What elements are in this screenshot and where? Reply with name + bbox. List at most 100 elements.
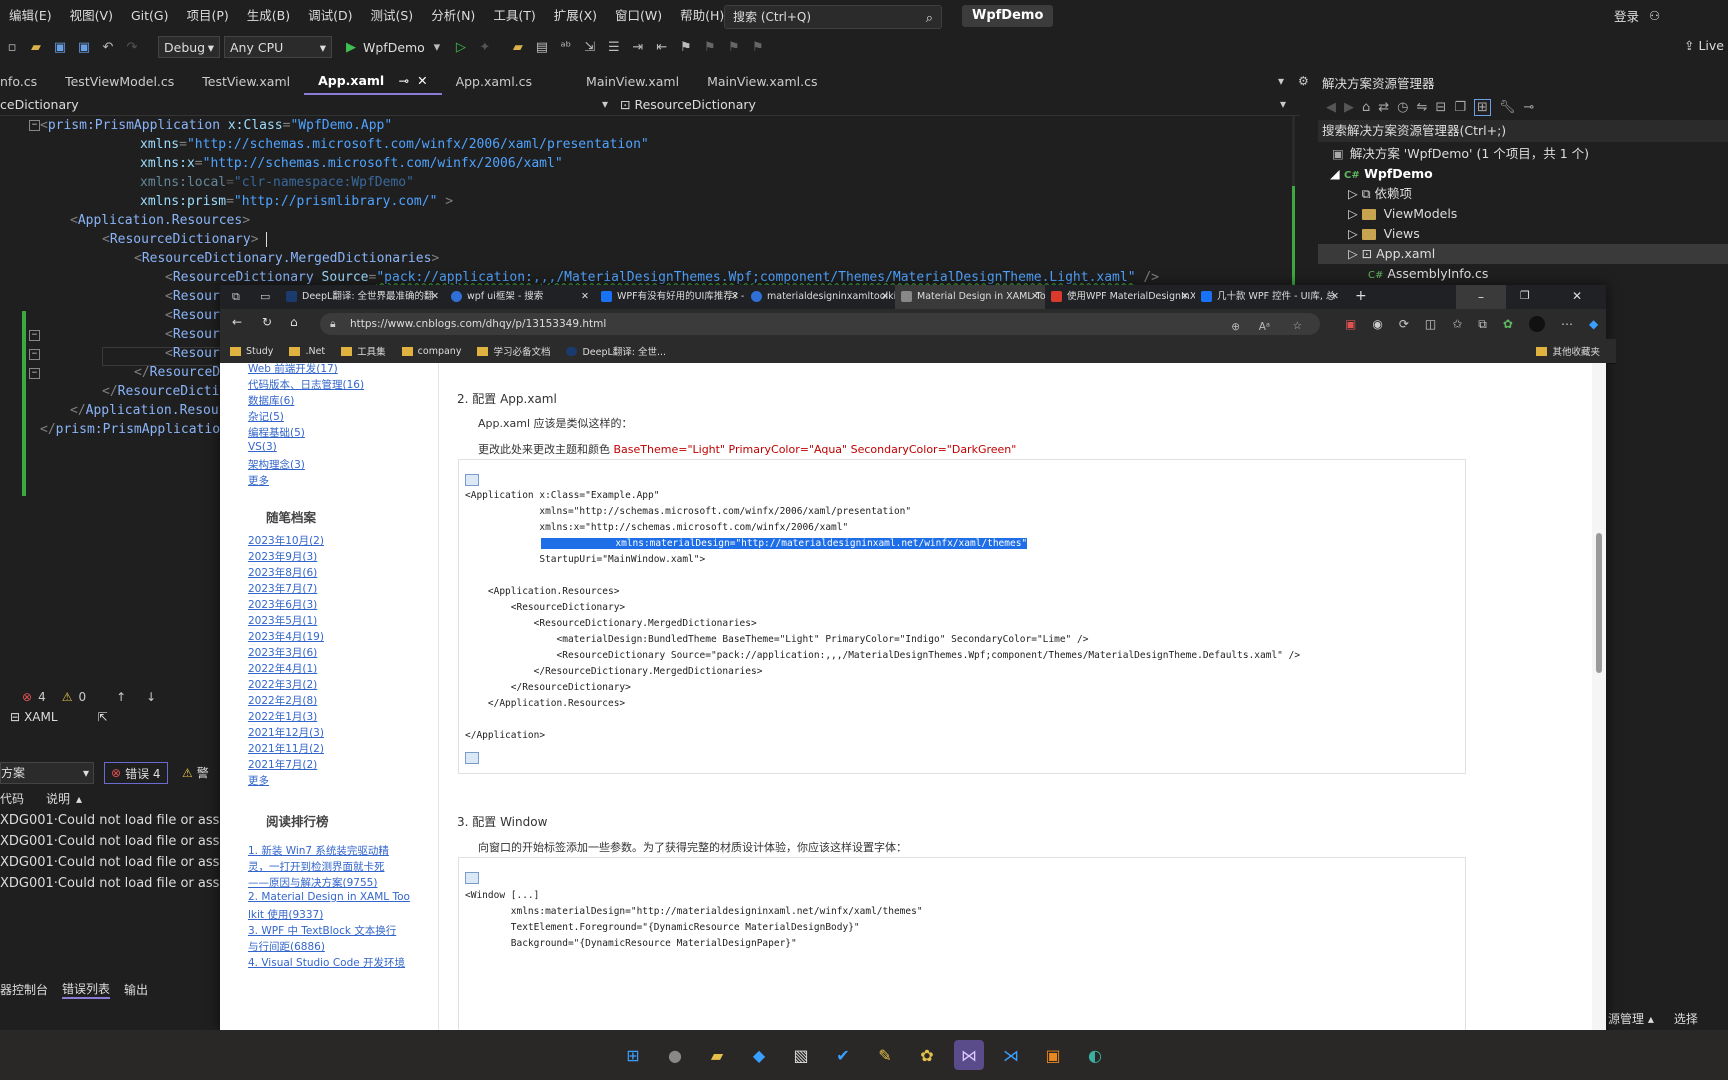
- app-icon[interactable]: ▣: [1038, 1040, 1068, 1070]
- file-explorer-icon[interactable]: ▰: [702, 1040, 732, 1070]
- tab-console[interactable]: 器控制台: [0, 981, 48, 998]
- errors-filter-button[interactable]: ⊗ 错误 4: [104, 762, 168, 784]
- layout-icon[interactable]: ▤: [533, 38, 551, 56]
- outdent-icon[interactable]: ⇤: [653, 38, 671, 56]
- down-arrow-icon[interactable]: ↓: [146, 690, 156, 704]
- visual-studio-icon[interactable]: ⋈: [954, 1040, 984, 1070]
- browser-tab[interactable]: DeepL翻译: 全世界最准确的翻 ✕: [280, 285, 445, 309]
- chevron-down-icon[interactable]: ▾: [428, 38, 446, 56]
- ranking-link[interactable]: 灵，一打开到检测界面就卡死: [248, 859, 385, 874]
- more-icon[interactable]: ⋯: [1561, 317, 1573, 331]
- hot-reload-icon[interactable]: ✦: [476, 38, 494, 56]
- archive-link[interactable]: 2021年12月(3): [248, 725, 324, 740]
- copy-code-icon[interactable]: [465, 752, 479, 764]
- back-icon[interactable]: ←: [232, 315, 242, 329]
- save-icon[interactable]: ▣: [51, 38, 69, 56]
- favorite-star-icon[interactable]: ☆: [1293, 315, 1302, 337]
- close-icon[interactable]: ✕: [1181, 285, 1189, 309]
- close-icon[interactable]: ✕: [1031, 285, 1039, 309]
- archive-link[interactable]: 2023年4月(19): [248, 629, 324, 644]
- select-status[interactable]: 选择: [1674, 1010, 1698, 1027]
- preview-icon[interactable]: ⊸: [1523, 100, 1534, 115]
- table-row[interactable]: XDG001·Could not load file or assemb: [0, 873, 220, 894]
- table-row[interactable]: XDG001·Could not load file or assemb: [0, 810, 220, 831]
- close-icon[interactable]: ✕: [1331, 285, 1339, 309]
- tree-item-assemblyinfo[interactable]: C# AssemblyInfo.cs: [1368, 264, 1488, 284]
- archive-link[interactable]: 2021年7月(2): [248, 757, 317, 772]
- archive-link[interactable]: 2023年9月(3): [248, 549, 317, 564]
- workspace-icon[interactable]: ⧉: [232, 290, 240, 304]
- menu-analyze[interactable]: 分析(N): [422, 0, 484, 32]
- archive-link[interactable]: 2023年3月(6): [248, 645, 317, 660]
- close-icon[interactable]: ✕: [417, 73, 427, 88]
- extension-icon[interactable]: ▣: [1345, 317, 1356, 331]
- show-all-icon[interactable]: ⊞: [1473, 98, 1491, 116]
- ranking-link[interactable]: 1. 新装 Win7 系统装完驱动精: [248, 843, 389, 858]
- avatar[interactable]: [1528, 316, 1545, 332]
- other-bookmarks[interactable]: 其他收藏夹: [1536, 344, 1600, 358]
- category-link[interactable]: 杂记(5): [248, 409, 284, 424]
- bookmark-folder[interactable]: .Net: [289, 346, 325, 357]
- popout-icon[interactable]: ⇱: [98, 710, 108, 724]
- tab-list-icon[interactable]: ▾: [1278, 74, 1284, 88]
- menu-window[interactable]: 窗口(W): [606, 0, 671, 32]
- close-icon[interactable]: ✕: [881, 285, 889, 309]
- browser-tab-active[interactable]: Material Design in XAML Tool ✕: [895, 285, 1045, 309]
- nav-scope-right[interactable]: ⊡ ResourceDictionary: [620, 97, 756, 112]
- category-link[interactable]: 代码版本、日志管理(16): [248, 377, 364, 392]
- archive-link[interactable]: 2022年2月(8): [248, 693, 317, 708]
- home-icon[interactable]: ⌂: [290, 315, 298, 329]
- bookmark-icon[interactable]: ⚑: [677, 38, 695, 56]
- menu-project[interactable]: 项目(P): [177, 0, 237, 32]
- scrollbar-thumb[interactable]: [1596, 533, 1602, 673]
- zoom-icon[interactable]: ⊕: [1231, 316, 1240, 338]
- tab-actions-icon[interactable]: ▭: [260, 290, 270, 303]
- archive-link[interactable]: 2022年1月(3): [248, 709, 317, 724]
- bookmark-link[interactable]: DeepL翻译: 全世...: [566, 344, 666, 358]
- login-link[interactable]: 登录: [1614, 6, 1639, 25]
- copy-code-icon[interactable]: [465, 474, 479, 486]
- ranking-link[interactable]: 与行间距(6886): [248, 939, 325, 954]
- error-icon[interactable]: ⊗: [22, 690, 32, 704]
- menu-edit[interactable]: 编辑(E): [0, 0, 61, 32]
- photos-icon[interactable]: ▧: [786, 1040, 816, 1070]
- read-aloud-icon[interactable]: Aᵃ: [1259, 316, 1270, 338]
- extension-icon[interactable]: ◉: [1372, 317, 1382, 331]
- archive-link[interactable]: 2022年3月(2): [248, 677, 317, 692]
- configuration-select[interactable]: Debug ▾: [158, 36, 220, 58]
- error-scope-select[interactable]: 方案 ▾: [0, 762, 94, 784]
- collapse-icon[interactable]: −: [29, 330, 40, 341]
- source-control-status[interactable]: 源管理 ▴: [1608, 1010, 1654, 1027]
- bookmark-prev-icon[interactable]: ⚑: [701, 38, 719, 56]
- spellcheck-icon[interactable]: ᵃᵇ: [557, 38, 575, 56]
- app-icon[interactable]: ✿: [912, 1040, 942, 1070]
- play-icon[interactable]: ▶: [342, 38, 360, 56]
- menu-build[interactable]: 生成(B): [238, 0, 299, 32]
- extension-icon[interactable]: ⟳: [1399, 317, 1409, 331]
- switch-view-icon[interactable]: ⇄: [1378, 100, 1389, 115]
- ranking-link[interactable]: 3. WPF 中 TextBlock 文本换行: [248, 923, 396, 938]
- bookmark-next-icon[interactable]: ⚑: [725, 38, 743, 56]
- menu-debug[interactable]: 调试(D): [299, 0, 361, 32]
- table-row[interactable]: XDG001·Could not load file or assemb: [0, 852, 220, 873]
- home-icon[interactable]: ⌂: [1362, 100, 1370, 115]
- redo-icon[interactable]: ↷: [123, 38, 141, 56]
- category-link[interactable]: 架构理念(3): [248, 457, 305, 472]
- category-more-link[interactable]: 更多: [248, 473, 269, 488]
- chevron-down-icon[interactable]: ▾: [602, 97, 608, 111]
- copy-icon[interactable]: ❐: [1454, 100, 1466, 115]
- bookmark-folder[interactable]: 工具集: [341, 344, 386, 358]
- pin-icon[interactable]: ⊸: [399, 73, 409, 88]
- bookmark-clear-icon[interactable]: ⚑: [749, 38, 767, 56]
- bookmark-folder[interactable]: 学习必备文档: [477, 344, 550, 358]
- run-target[interactable]: WpfDemo: [363, 40, 425, 55]
- tree-item-dependencies[interactable]: ▷ ⧉ 依赖项: [1348, 184, 1412, 204]
- collapse-icon[interactable]: −: [29, 349, 40, 360]
- step-icon[interactable]: ⇲: [581, 38, 599, 56]
- bookmark-folder[interactable]: Study: [230, 346, 273, 357]
- vscode-icon[interactable]: ⋊: [996, 1040, 1026, 1070]
- copilot-icon[interactable]: ◆: [1589, 317, 1598, 331]
- collapse-icon[interactable]: −: [29, 368, 40, 379]
- save-all-icon[interactable]: ▣: [75, 38, 93, 56]
- new-item-icon[interactable]: ▫: [3, 38, 21, 56]
